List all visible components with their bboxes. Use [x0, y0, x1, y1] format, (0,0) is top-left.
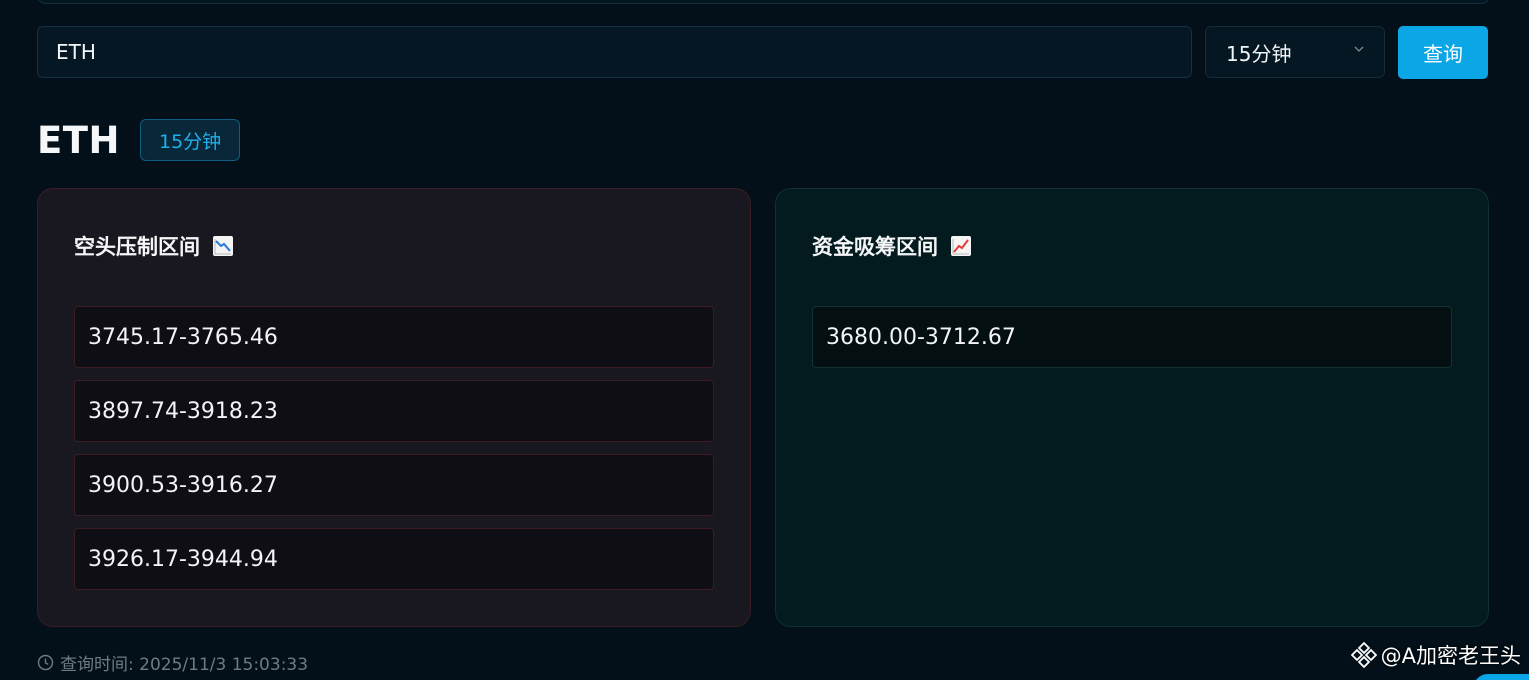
chart-increasing-icon: [951, 236, 971, 256]
short-range-item: 3900.53-3916.27: [74, 454, 714, 516]
accumulation-range-item: 3680.00-3712.67: [812, 306, 1452, 368]
accumulation-panel: 资金吸筹区间 3680.00-3712.67: [775, 188, 1489, 627]
chart-decreasing-icon: [213, 236, 233, 256]
symbol-input[interactable]: [37, 26, 1192, 78]
query-timestamp: 查询时间: 2025/11/3 15:03:33: [37, 650, 308, 675]
query-button[interactable]: 查询: [1398, 26, 1488, 79]
short-pressure-title: 空头压制区间: [74, 231, 234, 261]
short-range-list: 3745.17-3765.46 3897.74-3918.23 3900.53-…: [74, 306, 714, 602]
accumulation-range-list: 3680.00-3712.67: [812, 306, 1452, 380]
interval-select-value: 15分钟: [1226, 41, 1292, 66]
short-range-item: 3897.74-3918.23: [74, 380, 714, 442]
short-pressure-panel: 空头压制区间 3745.17-3765.46 3897.74-3918.23 3…: [37, 188, 751, 627]
watermark: @A加密老王头: [1350, 640, 1521, 670]
top-card-edge: [37, 0, 1490, 4]
page: 15分钟 查询 ETH 15分钟 空头压制区间 3745.17-3765.46 …: [0, 0, 1529, 680]
interval-badge: 15分钟: [139, 119, 241, 161]
floating-button-edge[interactable]: [1473, 674, 1529, 680]
query-timestamp-text: 查询时间: 2025/11/3 15:03:33: [60, 655, 309, 675]
clock-icon: [37, 654, 54, 671]
result-heading: ETH 15分钟: [37, 118, 241, 162]
chevron-down-icon: [1354, 46, 1364, 52]
short-range-item: 3745.17-3765.46: [74, 306, 714, 368]
short-range-item: 3926.17-3944.94: [74, 528, 714, 590]
watermark-text: @A加密老王头: [1380, 644, 1521, 668]
search-bar: 15分钟 查询: [37, 26, 1488, 80]
interval-select[interactable]: 15分钟: [1205, 26, 1385, 78]
short-pressure-title-text: 空头压制区间: [74, 235, 200, 259]
accumulation-title: 资金吸筹区间: [812, 231, 972, 261]
symbol-title: ETH: [37, 118, 120, 162]
accumulation-title-text: 资金吸筹区间: [812, 235, 938, 259]
binance-logo-icon: [1350, 642, 1377, 668]
